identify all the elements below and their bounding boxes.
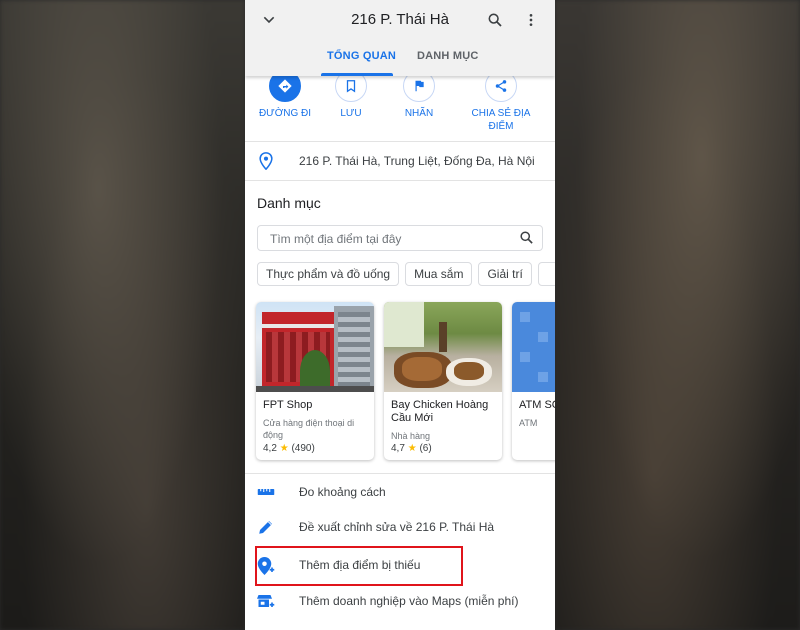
directions-label: ĐƯỜNG ĐI: [258, 108, 312, 119]
pencil-icon: [257, 518, 275, 536]
suggest-edit-label: Đề xuất chỉnh sửa về 216 P. Thái Hà: [299, 520, 495, 534]
address-row[interactable]: 216 P. Thái Hà, Trung Liệt, Đống Đa, Hà …: [245, 142, 555, 180]
place-photo: [512, 302, 555, 392]
add-business-item[interactable]: Thêm doanh nghiệp vào Maps (miễn phí): [245, 584, 555, 618]
directory-search-input[interactable]: Tìm một địa điểm tại đây: [257, 225, 543, 251]
share-button[interactable]: CHIA SẺ ĐỊA ĐIỂM: [465, 70, 537, 133]
blurred-background-right: [555, 0, 800, 630]
tab-overview[interactable]: TỔNG QUAN: [327, 50, 396, 62]
chip-entertainment[interactable]: Giải trí: [478, 262, 532, 286]
more-vert-icon[interactable]: [519, 8, 543, 32]
chip-partial[interactable]: [537, 262, 555, 286]
save-button[interactable]: LƯU: [321, 70, 381, 120]
place-category: Cửa hàng điện thoại di động: [263, 418, 355, 440]
place-name: FPT Shop: [263, 399, 313, 411]
place-card[interactable]: FPT Shop Cửa hàng điện thoại di động 4,2…: [256, 302, 374, 460]
search-placeholder: Tìm một địa điểm tại đây: [270, 232, 402, 246]
star-icon: ★: [407, 443, 417, 454]
top-app-bar: 216 P. Thái Hà TỔNG QUAN DANH MỤC: [245, 0, 555, 76]
search-icon[interactable]: [483, 8, 507, 32]
save-label: LƯU: [340, 108, 362, 119]
highlight-box: [255, 546, 463, 586]
ruler-icon: [257, 483, 275, 501]
active-tab-indicator: [321, 73, 393, 76]
place-photo: [256, 302, 374, 392]
blurred-background-left: [0, 0, 245, 630]
label-button[interactable]: NHÃN: [389, 70, 449, 120]
share-label: CHIA SẺ ĐỊA ĐIỂM: [471, 108, 531, 132]
divider: [245, 180, 555, 181]
place-card[interactable]: ATM SC ATM: [512, 302, 555, 460]
directory-title: Danh mục: [257, 195, 321, 211]
directions-button[interactable]: ĐƯỜNG ĐI: [255, 70, 315, 120]
measure-distance-item[interactable]: Đo khoảng cách: [245, 475, 555, 509]
add-business-icon: [257, 592, 275, 610]
search-icon[interactable]: [519, 230, 534, 250]
phone-screen: 216 P. Thái Hà TỔNG QUAN DANH MỤC ĐƯỜNG …: [245, 0, 555, 630]
place-category: Nhà hàng: [391, 431, 431, 441]
add-business-label: Thêm doanh nghiệp vào Maps (miễn phí): [299, 594, 519, 608]
place-card[interactable]: Bay Chicken Hoàng Cầu Mới Nhà hàng 4,7 ★…: [384, 302, 502, 460]
address-text: 216 P. Thái Hà, Trung Liệt, Đống Đa, Hà …: [299, 154, 535, 168]
divider: [245, 473, 555, 474]
place-photo: [384, 302, 502, 392]
place-rating: 4,7 ★ (6): [391, 443, 432, 454]
suggest-edit-item[interactable]: Đề xuất chỉnh sửa về 216 P. Thái Hà: [245, 510, 555, 544]
place-rating: 4,2 ★ (490): [263, 443, 315, 454]
place-name: Bay Chicken Hoàng Cầu Mới: [391, 399, 489, 424]
tab-directory[interactable]: DANH MỤC: [417, 50, 478, 62]
category-chips: Thực phẩm và đồ uống Mua sắm Giải trí: [257, 262, 555, 286]
chip-food-drink[interactable]: Thực phẩm và đồ uống: [257, 262, 400, 286]
place-name: ATM SC: [519, 399, 555, 411]
label-label: NHÃN: [404, 108, 434, 119]
location-pin-icon: [259, 152, 273, 175]
page-title: 216 P. Thái Hà: [351, 11, 449, 28]
place-category: ATM: [519, 418, 538, 428]
star-icon: ★: [279, 443, 289, 454]
action-buttons: ĐƯỜNG ĐI LƯU NHÃN CHIA SẺ ĐỊA ĐIỂM: [245, 70, 555, 140]
measure-distance-label: Đo khoảng cách: [299, 485, 386, 499]
chip-shopping[interactable]: Mua sắm: [405, 262, 473, 286]
chevron-down-icon[interactable]: [257, 8, 281, 32]
